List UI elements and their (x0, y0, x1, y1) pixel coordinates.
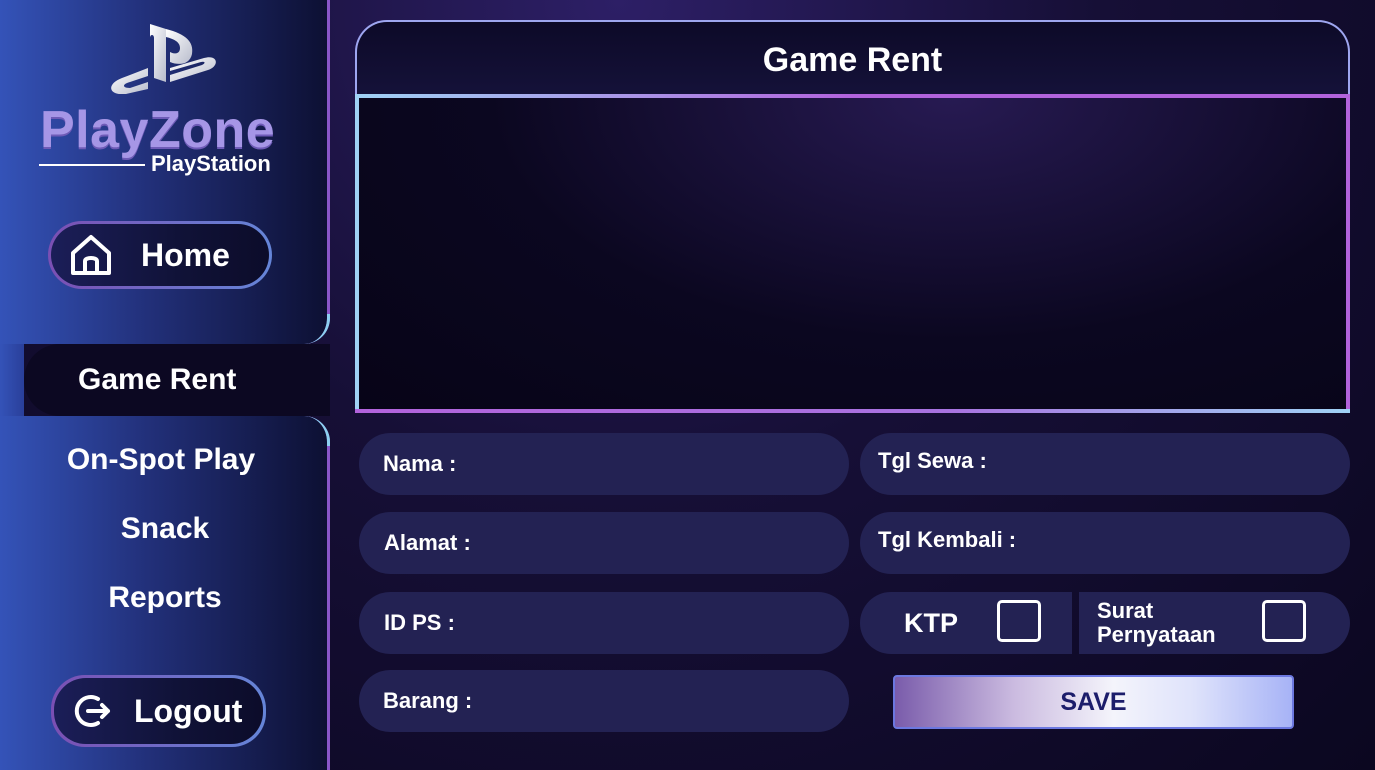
barang-label: Barang : (383, 688, 473, 713)
preview-display-area (355, 94, 1350, 413)
id-ps-field[interactable]: ID PS : (359, 592, 849, 654)
brand-subtitle: PlayStation (151, 151, 271, 176)
sidebar-gap (0, 344, 24, 416)
brand-divider (39, 164, 145, 166)
logout-button-label: Logout (134, 692, 243, 729)
save-button[interactable]: SAVE (893, 675, 1294, 729)
surat-pernyataan-label: Surat Pernyataan (1097, 599, 1216, 647)
tgl-kembali-label: Tgl Kembali : (878, 527, 1017, 552)
tgl-kembali-field[interactable]: Tgl Kembali : (860, 512, 1350, 574)
sidebar-item-on-spot-play[interactable]: On-Spot Play (0, 443, 326, 477)
home-button[interactable]: Home (48, 221, 272, 289)
home-button-label: Home (141, 236, 230, 273)
logout-button[interactable]: Logout (51, 675, 266, 747)
home-button-content: Home (51, 233, 230, 277)
surat-pernyataan-option: Surat Pernyataan (1079, 592, 1350, 654)
save-button-label: SAVE (1060, 687, 1127, 716)
alamat-label: Alamat : (384, 530, 471, 555)
sidebar-item-game-rent[interactable]: Game Rent (24, 344, 330, 416)
tgl-sewa-label: Tgl Sewa : (878, 448, 987, 473)
barang-field[interactable]: Barang : (359, 670, 849, 732)
id-ps-label: ID PS : (384, 610, 455, 635)
nama-label: Nama : (383, 451, 457, 476)
nama-field[interactable]: Nama : (359, 433, 849, 495)
surat-label-line1: Surat (1097, 598, 1154, 623)
ktp-checkbox[interactable] (997, 600, 1041, 642)
surat-label-line2: Pernyataan (1097, 622, 1216, 647)
logout-icon (72, 691, 112, 731)
surat-pernyataan-checkbox[interactable] (1262, 600, 1306, 642)
alamat-field[interactable]: Alamat : (359, 512, 849, 574)
playstation-logo-icon (108, 22, 220, 94)
sidebar-item-reports[interactable]: Reports (0, 581, 330, 615)
logout-button-content: Logout (54, 691, 242, 731)
ktp-label: KTP (904, 607, 958, 638)
sidebar-item-snack[interactable]: Snack (0, 512, 330, 546)
page-title-bar: Game Rent (355, 20, 1350, 98)
tgl-sewa-field[interactable]: Tgl Sewa : (860, 433, 1350, 495)
home-icon (69, 233, 113, 277)
page-title: Game Rent (762, 40, 943, 79)
